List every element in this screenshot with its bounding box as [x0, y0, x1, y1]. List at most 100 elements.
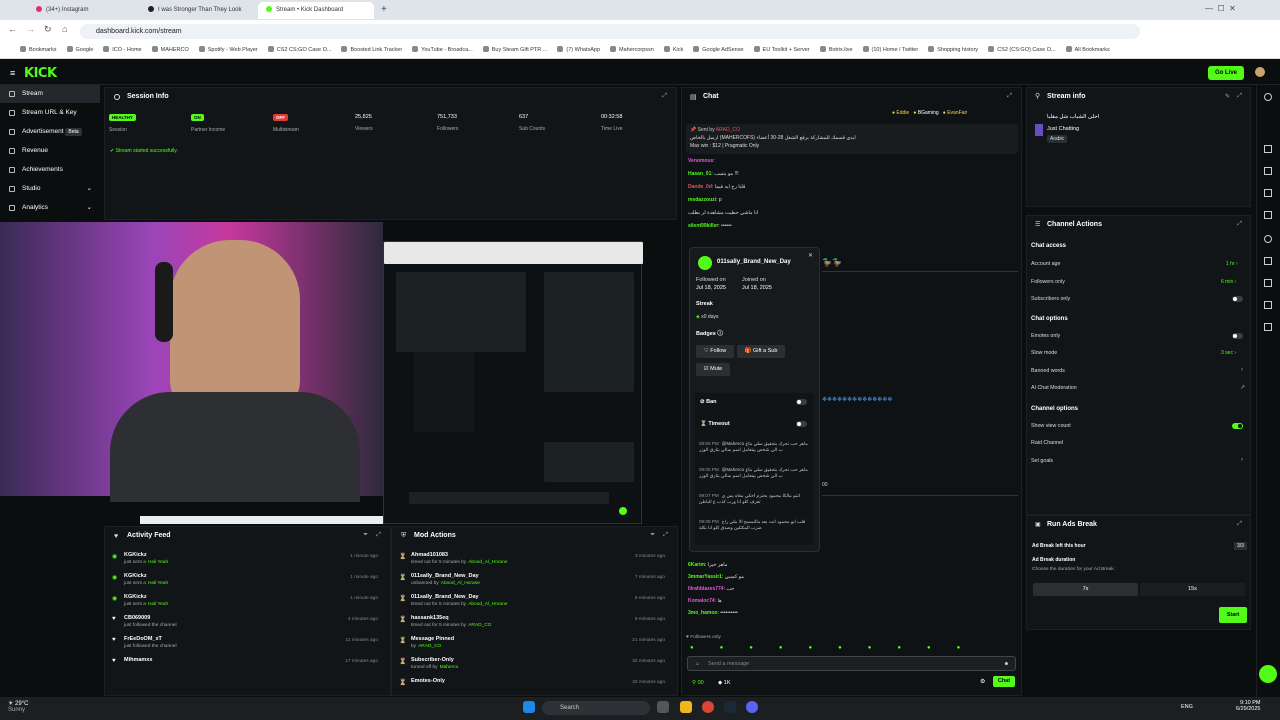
bookmark-item[interactable]: Buy Steam Gift PTR ...	[482, 42, 547, 58]
mute-button[interactable]: ☑ Mute	[696, 363, 730, 376]
reload-icon[interactable]: ↻	[44, 24, 52, 35]
mod-target[interactable]: Emotes-Only	[411, 678, 445, 684]
chat-username[interactable]: lilrahblazes774	[688, 586, 724, 592]
share-icon[interactable]	[1264, 323, 1272, 331]
clock[interactable]: 9:10 PM 6/29/2025	[1236, 700, 1260, 712]
chat-username[interactable]: 6Karim	[688, 562, 705, 568]
ads-option-7s[interactable]: 7s	[1033, 583, 1138, 596]
bookmark-item[interactable]: Bookmarks	[20, 42, 57, 58]
slow-mode-value[interactable]: 3 sec ›	[1221, 350, 1236, 356]
activity-username[interactable]: KGKickz	[124, 573, 147, 579]
mod-target[interactable]: 011sally_Brand_New_Day	[411, 594, 479, 600]
emoji-icon[interactable]: ☺	[695, 661, 700, 667]
bookmark-item[interactable]: Mahercorpssn	[610, 42, 654, 58]
home-icon[interactable]: ⌂	[62, 24, 67, 34]
sidebar-item-achievements[interactable]: Achievements	[0, 161, 100, 179]
bookmark-item[interactable]: MAHERCO	[151, 42, 189, 58]
chat-username[interactable]: medazzouzi	[688, 197, 716, 203]
sidebar-item-stream[interactable]: Stream	[0, 85, 100, 103]
followers-only-value[interactable]: 6 min ›	[1221, 279, 1236, 285]
timeout-toggle[interactable]	[796, 421, 807, 427]
window-icon[interactable]	[1264, 301, 1272, 309]
activity-username[interactable]: KGKickz	[124, 552, 147, 558]
chat-send-button[interactable]: Chat	[993, 676, 1015, 687]
tool-icon[interactable]	[1264, 279, 1272, 287]
banned-words-label[interactable]: Banned words	[1031, 368, 1065, 374]
bookmark-item[interactable]: Spotify - Web Player	[198, 42, 258, 58]
profile-username[interactable]: 011sally_Brand_New_Day	[717, 259, 791, 265]
sidebar-item-advertisement[interactable]: Advertisement Beta	[0, 123, 100, 141]
bookmark-item[interactable]: All Bookmarks	[1065, 42, 1110, 58]
sidebar-item-stream-url[interactable]: Stream URL & Key	[0, 104, 100, 122]
new-tab-icon[interactable]: +	[381, 4, 387, 15]
chat-bubble-icon[interactable]	[1259, 665, 1277, 683]
activity-username[interactable]: Mihmamxx	[124, 657, 152, 663]
settings-icon[interactable]: ⚙	[980, 678, 985, 685]
bookmark-item[interactable]: EU Toolkit + Server	[753, 42, 810, 58]
discord-icon[interactable]	[746, 701, 758, 713]
bookmark-item[interactable]: Google AdSense	[693, 42, 744, 58]
file-explorer-icon[interactable]	[680, 701, 692, 713]
sidebar-item-analytics[interactable]: Analytics ⌄	[0, 199, 100, 217]
bookmark-item[interactable]: CS2 CS:GO Case O...	[267, 42, 331, 58]
kick-logo[interactable]: KICK	[24, 66, 57, 81]
emotes-only-toggle[interactable]	[1232, 333, 1243, 339]
filter-icon[interactable]: ⏷	[650, 532, 655, 539]
weather-widget[interactable]: ☀ 29°C Sunny	[8, 700, 28, 713]
sidebar-item-revenue[interactable]: Revenue	[0, 142, 100, 160]
close-icon[interactable]: ✕	[808, 252, 813, 259]
bookmark-item[interactable]: Boosted Link Tracker	[341, 42, 402, 58]
expand-icon[interactable]: ⤢	[1237, 93, 1242, 100]
bookmark-item[interactable]: YouTube - Broadca...	[412, 42, 473, 58]
forward-icon[interactable]: →	[26, 24, 35, 34]
list-icon[interactable]	[1264, 257, 1272, 265]
smile-icon[interactable]: ☻	[1004, 661, 1009, 667]
bookmark-item[interactable]: Shopping history	[928, 42, 978, 58]
browser-tab-video[interactable]: I was Stronger Than They Look	[140, 2, 258, 19]
subscribers-only-toggle[interactable]	[1232, 296, 1243, 302]
chrome-icon[interactable]	[702, 701, 714, 713]
account-age-value[interactable]: 1 hr ›	[1226, 261, 1238, 267]
ban-toggle[interactable]	[796, 399, 807, 405]
back-icon[interactable]: ←	[8, 24, 17, 34]
taskbar-search[interactable]: Search	[542, 701, 650, 715]
activity-username[interactable]: CB069009	[124, 615, 150, 621]
mod-target[interactable]: hassank135eq	[411, 615, 449, 621]
target-icon[interactable]	[1264, 235, 1272, 243]
mod-target[interactable]: Ahmad101083	[411, 552, 448, 558]
bookmark-item[interactable]: ICO - Home	[103, 42, 142, 58]
chat-username[interactable]: Dande_0d	[688, 184, 712, 190]
bolt-icon[interactable]	[1264, 167, 1272, 175]
grid-icon[interactable]	[1264, 211, 1272, 219]
chevron-right-icon[interactable]: ›	[1241, 457, 1243, 463]
mod-target[interactable]: 011sally_Brand_New_Day	[411, 573, 479, 579]
bookmark-item[interactable]: (7) WhatsApp	[557, 42, 600, 58]
mod-target[interactable]: Subscriber-Only	[411, 657, 454, 663]
expand-icon[interactable]: ⤢	[662, 93, 667, 100]
bookmark-item[interactable]: Botrix.live	[819, 42, 853, 58]
activity-username[interactable]: FrEeDoOM_xT	[124, 636, 162, 642]
follow-button[interactable]: ♡ Follow	[696, 345, 734, 358]
browser-tab-kick[interactable]: Stream • Kick Dashboard	[258, 2, 374, 19]
expand-icon[interactable]: ⤢	[376, 532, 381, 539]
panel-icon[interactable]	[1264, 145, 1272, 153]
task-view-icon[interactable]	[657, 701, 669, 713]
chevron-right-icon[interactable]: ›	[1241, 367, 1243, 373]
filter-icon[interactable]: ⏷	[363, 532, 368, 539]
bookmark-item[interactable]: CS2 (CS:GO) Case O...	[988, 42, 1056, 58]
expand-icon[interactable]: ⤢	[663, 532, 668, 539]
browser-tab-instagram[interactable]: (34+) Instagram	[28, 2, 138, 19]
ads-start-button[interactable]: Start	[1219, 607, 1247, 623]
avatar[interactable]	[1255, 67, 1265, 77]
menu-icon[interactable]: ≡	[10, 68, 15, 78]
show-view-count-toggle[interactable]	[1232, 423, 1243, 429]
chat-username[interactable]: silent99killer	[688, 223, 718, 229]
chat-username[interactable]: Venomous	[688, 158, 713, 164]
external-link-icon[interactable]: ↗	[1240, 384, 1245, 391]
chat-username[interactable]: Hasan_01	[688, 171, 711, 177]
ai-moderation-label[interactable]: AI Chat Moderation	[1031, 385, 1077, 391]
edit-icon[interactable]: ✎	[1225, 93, 1230, 100]
expand-icon[interactable]: ⤢	[1237, 521, 1242, 528]
chat-username[interactable]: 3mo_hamoo	[688, 610, 717, 616]
chat-input[interactable]: ☺ Send a message ☻	[687, 656, 1016, 671]
